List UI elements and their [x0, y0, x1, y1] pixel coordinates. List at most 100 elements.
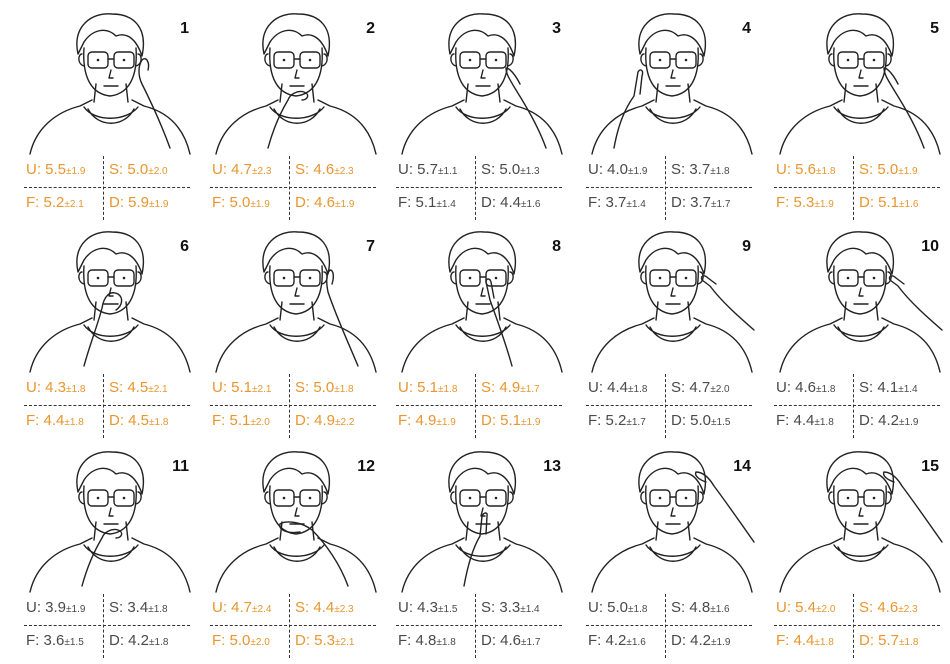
- rating-d: D: 4.5±1.8: [109, 412, 168, 429]
- person-illustration: [591, 231, 755, 373]
- rating-label: F:: [212, 194, 230, 211]
- rating-sd: ±2.3: [334, 166, 354, 177]
- rating-s: S: 4.4±2.3: [295, 599, 354, 616]
- rating-label: D:: [109, 194, 129, 211]
- rating-mean: 5.2: [43, 194, 65, 211]
- rating-mean: 5.0: [229, 632, 251, 649]
- rating-understandability: U: 4.7±2.4: [212, 599, 271, 616]
- figure-number: 11: [172, 458, 189, 475]
- rating-f: F: 5.2±2.1: [26, 194, 84, 211]
- rating-understandability: U: 4.6±1.8: [776, 379, 835, 396]
- rating-label: D:: [859, 632, 879, 649]
- gesture-cell: 13 U: 4.3±1.5 S: 3.3±1.4 F: 4.8±1.8 D: 4.6±1…: [394, 446, 569, 664]
- ratings-divider-vertical: [853, 594, 854, 658]
- person-illustration: [401, 231, 563, 373]
- rating-label: D:: [295, 194, 315, 211]
- ratings-table: U: 5.1±1.8 S: 4.9±1.7 F: 4.9±1.9 D: 5.1±1.9: [396, 372, 562, 440]
- rating-mean: 4.4: [793, 412, 815, 429]
- rating-mean: 5.1: [417, 379, 439, 396]
- ratings-divider-vertical: [475, 156, 476, 220]
- rating-s: S: 4.5±2.1: [109, 379, 168, 396]
- person-illustration: [215, 231, 377, 373]
- rating-label: S:: [859, 379, 878, 396]
- rating-sd: ±1.4: [898, 384, 918, 395]
- rating-d: D: 5.7±1.8: [859, 632, 918, 649]
- rating-label: F:: [588, 194, 606, 211]
- rating-mean: 5.7: [417, 161, 439, 178]
- rating-label: S:: [481, 599, 500, 616]
- rating-mean: 5.4: [795, 599, 817, 616]
- ratings-table: U: 4.4±1.8 S: 4.7±2.0 F: 5.2±1.7 D: 5.0±1.5: [586, 372, 752, 440]
- rating-sd: ±2.2: [335, 417, 355, 428]
- rating-sd: ±1.9: [335, 199, 355, 210]
- rating-s: S: 4.9±1.7: [481, 379, 540, 396]
- rating-sd: ±1.9: [898, 166, 918, 177]
- ratings-table: U: 5.7±1.1 S: 5.0±1.3 F: 5.1±1.4 D: 4.4±1.6: [396, 154, 562, 222]
- rating-understandability: U: 4.0±1.9: [588, 161, 647, 178]
- rating-mean: 5.2: [605, 412, 627, 429]
- rating-sd: ±1.5: [711, 417, 731, 428]
- rating-sd: ±1.9: [899, 417, 919, 428]
- ratings-divider-vertical: [289, 374, 290, 438]
- ratings-divider-horizontal: [24, 405, 190, 406]
- rating-label: S:: [109, 379, 128, 396]
- rating-mean: 5.0: [313, 379, 335, 396]
- rating-sd: ±2.1: [335, 637, 355, 648]
- rating-s: S: 5.0±1.8: [295, 379, 354, 396]
- rating-label: S:: [295, 599, 314, 616]
- figure-number: 15: [921, 458, 939, 475]
- rating-mean: 4.6: [313, 161, 335, 178]
- rating-sd: ±1.8: [814, 637, 834, 648]
- rating-f: F: 4.4±1.8: [776, 412, 834, 429]
- rating-label: F:: [26, 412, 44, 429]
- gesture-cell: 9 U: 4.4±1.8 S: 4.7±2.0 F: 5.2±1.7 D: 5.0±1.…: [584, 226, 759, 444]
- rating-sd: ±1.5: [64, 637, 84, 648]
- figure-number: 12: [357, 458, 375, 475]
- rating-f: F: 5.3±1.9: [776, 194, 834, 211]
- rating-s: S: 4.8±1.6: [671, 599, 730, 616]
- rating-label: F:: [776, 412, 794, 429]
- rating-label: U:: [26, 379, 46, 396]
- rating-sd: ±2.3: [898, 604, 918, 615]
- rating-sd: ±1.4: [626, 199, 646, 210]
- person-illustration: [29, 231, 191, 373]
- rating-label: U:: [776, 599, 796, 616]
- rating-label: F:: [588, 412, 606, 429]
- gesture-cell: 8 U: 5.1±1.8 S: 4.9±1.7 F: 4.9±1.9 D: 5.1±1.…: [394, 226, 569, 444]
- rating-s: S: 4.1±1.4: [859, 379, 918, 396]
- rating-sd: ±1.9: [250, 199, 270, 210]
- figure-number: 6: [180, 238, 189, 255]
- rating-label: D:: [109, 632, 129, 649]
- rating-sd: ±1.7: [626, 417, 646, 428]
- rating-label: U:: [398, 599, 418, 616]
- rating-label: S:: [295, 161, 314, 178]
- rating-mean: 3.6: [43, 632, 65, 649]
- rating-mean: 5.9: [128, 194, 150, 211]
- rating-understandability: U: 4.3±1.5: [398, 599, 457, 616]
- rating-sd: ±1.9: [149, 199, 169, 210]
- rating-d: D: 5.1±1.6: [859, 194, 918, 211]
- ratings-table: U: 4.3±1.5 S: 3.3±1.4 F: 4.8±1.8 D: 4.6±1.7: [396, 592, 562, 660]
- rating-mean: 5.1: [231, 379, 253, 396]
- rating-mean: 4.2: [605, 632, 627, 649]
- ratings-divider-vertical: [665, 594, 666, 658]
- rating-s: S: 5.0±1.9: [859, 161, 918, 178]
- rating-s: S: 3.4±1.8: [109, 599, 168, 616]
- rating-sd: ±2.1: [252, 384, 272, 395]
- ratings-divider-horizontal: [210, 187, 376, 188]
- figure-number: 2: [366, 20, 375, 37]
- rating-f: F: 4.8±1.8: [398, 632, 456, 649]
- rating-mean: 4.9: [415, 412, 437, 429]
- rating-d: D: 4.2±1.9: [671, 632, 730, 649]
- ratings-divider-horizontal: [210, 405, 376, 406]
- rating-label: S:: [109, 599, 128, 616]
- rating-d: D: 5.1±1.9: [481, 412, 540, 429]
- rating-mean: 5.0: [607, 599, 629, 616]
- rating-f: F: 5.1±2.0: [212, 412, 270, 429]
- rating-d: D: 5.9±1.9: [109, 194, 168, 211]
- rating-sd: ±1.9: [66, 166, 86, 177]
- rating-label: U:: [588, 599, 608, 616]
- ratings-divider-vertical: [289, 594, 290, 658]
- ratings-divider-horizontal: [24, 625, 190, 626]
- ratings-table: U: 4.3±1.8 S: 4.5±2.1 F: 4.4±1.8 D: 4.5±1.8: [24, 372, 190, 440]
